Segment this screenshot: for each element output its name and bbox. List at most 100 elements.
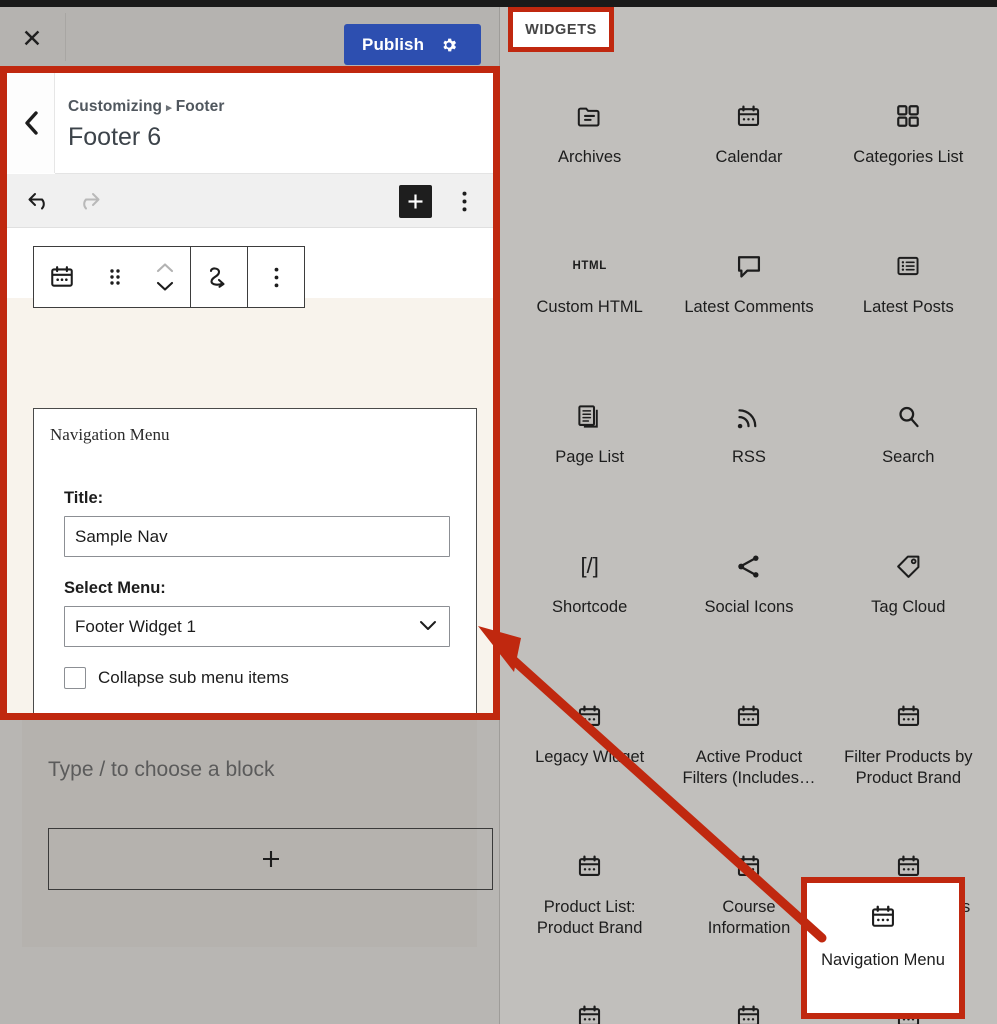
widget-card-title: Navigation Menu xyxy=(50,425,170,444)
transform-block-button[interactable] xyxy=(191,247,247,307)
plus-icon xyxy=(408,194,423,209)
widget-label: Custom HTML xyxy=(536,298,643,316)
block-canvas: Navigation Menu Title: Select Menu: Foot… xyxy=(7,228,493,713)
navigation-menu-widget-highlight[interactable]: Navigation Menu xyxy=(801,877,965,1019)
widget-item[interactable]: Social Icons xyxy=(669,515,828,665)
widget-item[interactable]: Active Product Filters (Includes… xyxy=(669,665,828,815)
move-block-buttons[interactable] xyxy=(140,247,190,307)
close-icon[interactable]: ✕ xyxy=(12,23,52,55)
select-menu-label: Select Menu: xyxy=(64,579,166,597)
block-editor-toolbar xyxy=(7,174,493,228)
browser-top-strip xyxy=(0,0,997,7)
gear-icon[interactable] xyxy=(440,36,458,54)
widget-label: Product List: Product Brand xyxy=(536,898,643,937)
widget-item[interactable]: Product List: Product Brand xyxy=(510,815,669,965)
title-field-label: Title: xyxy=(64,489,104,507)
customizer-panel: ✕ Publish Customizing ▸ Footer Footer 6 … xyxy=(0,7,500,1024)
breadcrumb-current: Footer xyxy=(175,98,225,115)
editor-lower-region: Type / to choose a block xyxy=(22,720,493,947)
widget-label: Navigation Menu xyxy=(821,951,945,969)
collapse-submenu-row[interactable]: Collapse sub menu items xyxy=(64,667,454,689)
calendar-icon xyxy=(51,266,73,287)
customizer-topbar: ✕ Publish xyxy=(0,7,499,67)
rss-icon xyxy=(735,399,762,433)
widget-label: Legacy Widget xyxy=(535,748,645,766)
widget-item[interactable]: Categories List xyxy=(829,65,988,215)
undo-button[interactable] xyxy=(19,185,61,217)
drag-dots-icon xyxy=(110,269,120,285)
drag-handle[interactable] xyxy=(90,247,140,307)
calendar-icon xyxy=(576,999,603,1024)
block-appender-button[interactable] xyxy=(48,828,493,890)
editor-options-button[interactable] xyxy=(447,183,481,219)
list-view-icon xyxy=(895,249,921,283)
widget-item[interactable]: Latest Comments xyxy=(669,215,828,365)
widget-label: Categories List xyxy=(853,148,964,166)
calendar-icon xyxy=(895,699,922,733)
widget-label: Tag Cloud xyxy=(871,598,946,616)
publish-button-label: Publish xyxy=(362,34,425,54)
breadcrumb-root: Customizing xyxy=(68,98,163,115)
widget-label: Social Icons xyxy=(704,598,794,616)
widget-item[interactable]: Archives xyxy=(510,65,669,215)
widget-item[interactable]: Filter Products by Product Brand xyxy=(829,665,988,815)
widget-item[interactable]: Calendar xyxy=(669,65,828,215)
calendar-icon xyxy=(576,849,603,883)
kebab-vertical-icon xyxy=(274,267,278,287)
topbar-divider xyxy=(65,13,66,61)
widget-label: Calendar xyxy=(715,148,783,166)
widget-label: Shortcode xyxy=(552,598,628,616)
widget-label: Latest Comments xyxy=(684,298,814,316)
block-options-button[interactable] xyxy=(248,247,304,307)
search-icon xyxy=(895,399,922,433)
select-menu-value: Footer Widget 1 xyxy=(75,616,196,636)
widget-item[interactable]: Page List xyxy=(510,365,669,515)
calendar-icon xyxy=(735,849,762,883)
title-input[interactable] xyxy=(64,516,450,557)
widget-label: Search xyxy=(882,448,935,466)
pages-stack-icon xyxy=(576,399,603,433)
add-block-button[interactable] xyxy=(399,185,432,218)
widget-item[interactable]: [/] Shortcode xyxy=(510,515,669,665)
widget-label: Course Information xyxy=(707,898,791,937)
comment-bubble-icon xyxy=(735,249,763,283)
block-toolbar-group-primary xyxy=(34,247,190,307)
widget-label: Filter Products by Product Brand xyxy=(844,748,973,787)
block-toolbar xyxy=(33,246,305,308)
chevron-left-icon xyxy=(24,111,38,135)
html-text-icon: HTML xyxy=(572,260,607,272)
kebab-vertical-icon xyxy=(462,191,466,211)
select-menu-wrapper: Footer Widget 1 xyxy=(64,606,450,647)
breadcrumb-separator: ▸ xyxy=(166,102,172,114)
publish-button[interactable]: Publish xyxy=(344,24,481,65)
back-button[interactable] xyxy=(7,73,55,173)
plus-icon xyxy=(262,851,279,867)
block-type-button[interactable] xyxy=(34,247,90,307)
share-icon xyxy=(735,549,762,583)
archive-folder-icon xyxy=(576,99,603,133)
collapse-submenu-checkbox[interactable] xyxy=(64,667,86,689)
redo-button[interactable] xyxy=(67,185,109,217)
breadcrumb: Customizing ▸ Footer xyxy=(68,98,225,116)
widget-item[interactable]: Tag Cloud xyxy=(829,515,988,665)
widget-item[interactable]: RSS xyxy=(669,365,828,515)
widget-item[interactable]: Search xyxy=(829,365,988,515)
calendar-icon xyxy=(735,99,762,133)
widget-item[interactable]: Legacy Widget xyxy=(510,665,669,815)
widget-label: Latest Posts xyxy=(862,298,954,316)
widget-item[interactable]: Latest Posts xyxy=(829,215,988,365)
chevron-updown-icon xyxy=(156,263,174,291)
widgets-panel-title: WIDGETS xyxy=(525,21,597,38)
widget-label: Active Product Filters (Includes… xyxy=(682,748,816,787)
select-menu-dropdown[interactable]: Footer Widget 1 xyxy=(64,606,450,647)
calendar-icon xyxy=(576,699,603,733)
customizer-content: Customizing ▸ Footer Footer 6 Navigation… xyxy=(7,73,493,713)
collapse-submenu-label: Collapse sub menu items xyxy=(98,668,289,687)
widget-item[interactable]: HTML Custom HTML xyxy=(510,215,669,365)
undo-icon xyxy=(28,193,45,210)
widget-item[interactable]: User Status xyxy=(510,965,669,1024)
tag-icon xyxy=(895,549,922,583)
navigation-menu-widget-card: Navigation Menu Title: Select Menu: Foot… xyxy=(33,408,477,713)
calendar-icon xyxy=(869,903,897,936)
